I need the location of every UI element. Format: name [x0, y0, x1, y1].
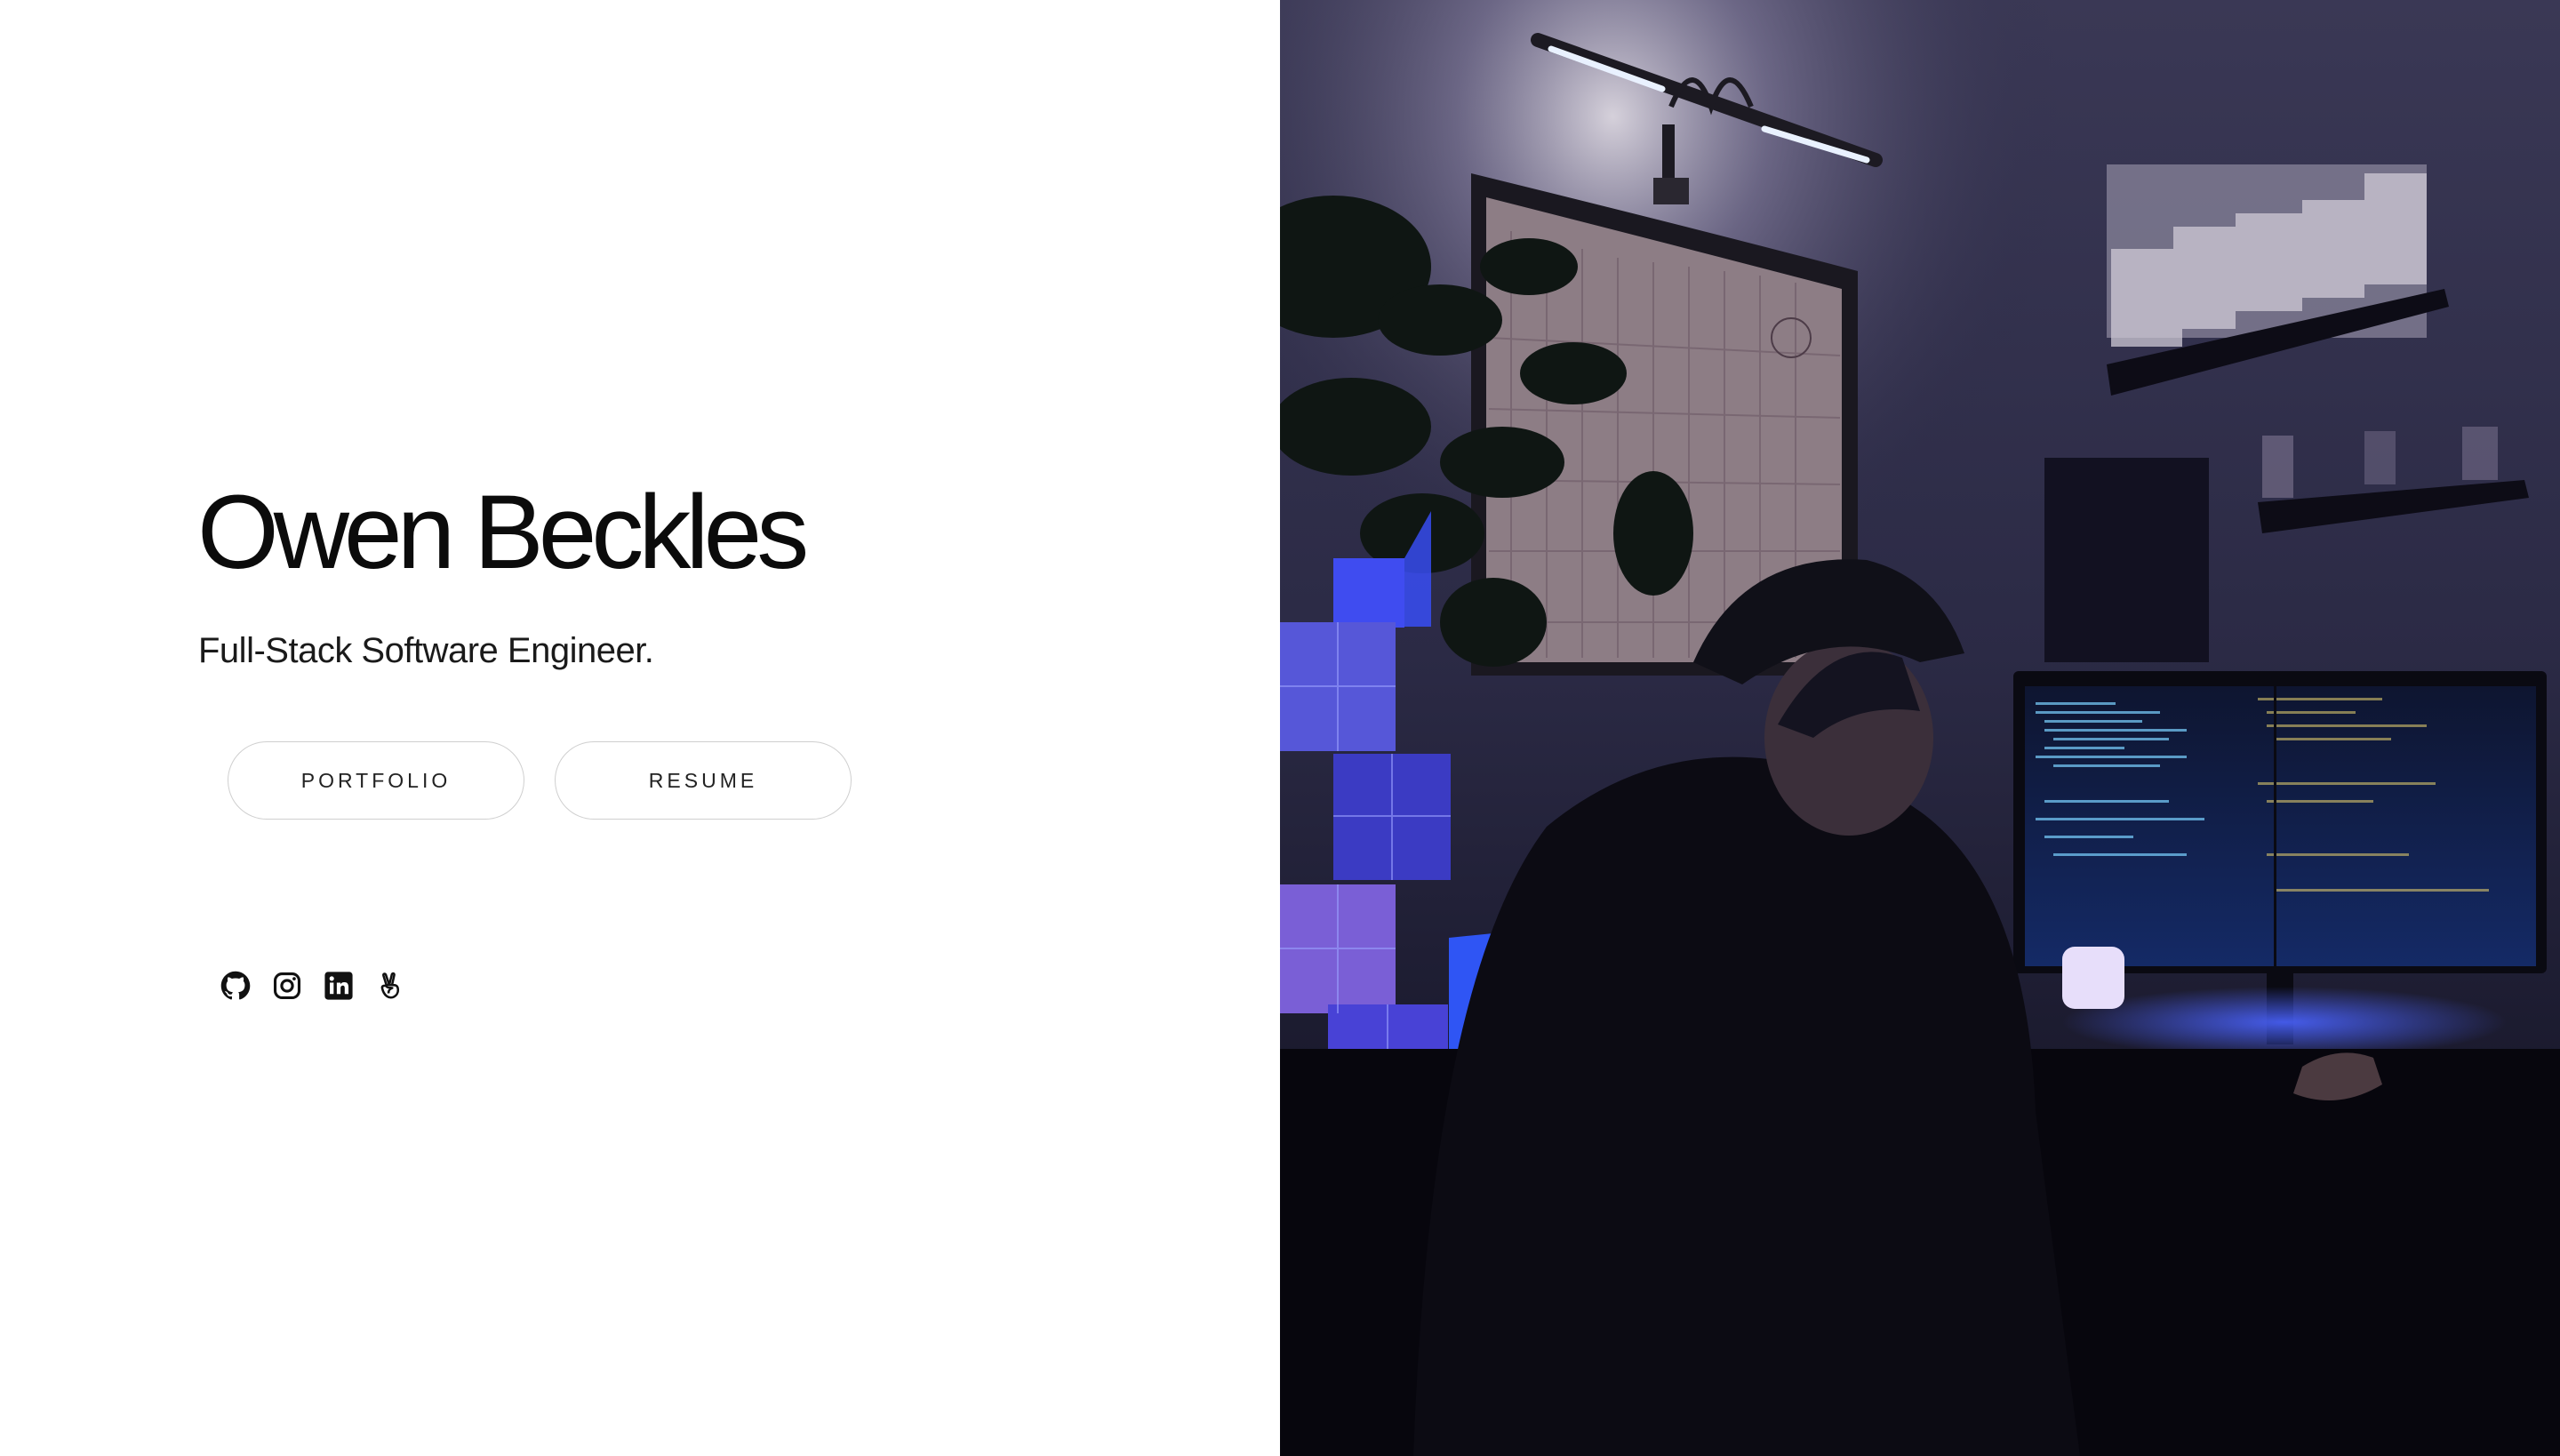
workspace-photo: [1280, 0, 2560, 1456]
portfolio-button[interactable]: PORTFOLIO: [228, 741, 524, 820]
tagline: Full-Stack Software Engineer.: [198, 631, 654, 670]
intro-panel: Owen Beckles Full-Stack Software Enginee…: [0, 0, 1280, 1456]
page-title: Owen Beckles: [197, 474, 809, 591]
instagram-icon[interactable]: [272, 971, 302, 1001]
social-links: [220, 971, 405, 1001]
developer-workspace-image: [1280, 0, 2560, 1456]
github-icon[interactable]: [220, 971, 251, 1001]
angellist-icon[interactable]: [375, 971, 405, 1001]
resume-button[interactable]: RESUME: [555, 741, 852, 820]
linkedin-icon[interactable]: [324, 971, 354, 1001]
